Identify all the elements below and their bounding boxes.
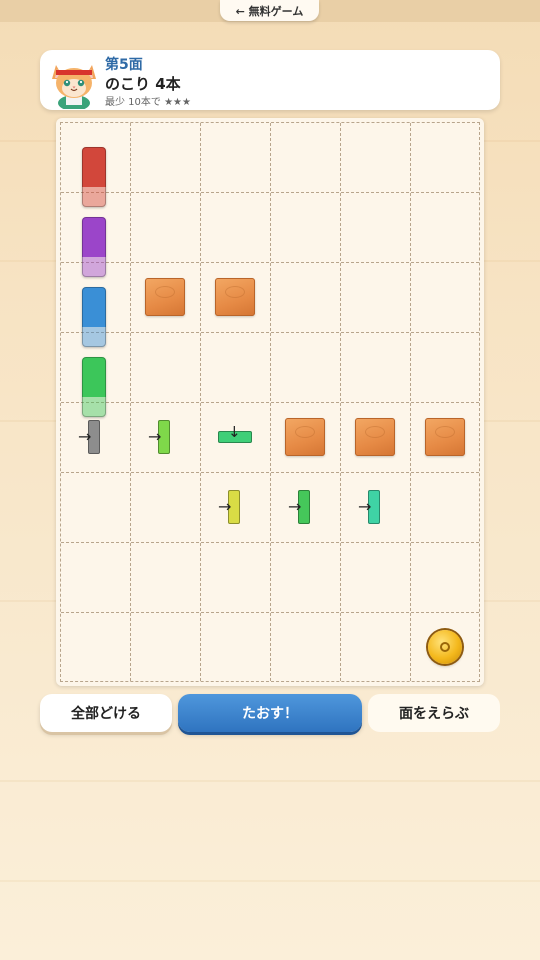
back-label: ← 無料ゲーム	[235, 4, 304, 18]
green-domino[interactable]	[82, 357, 106, 417]
topple-label: たおす！	[242, 706, 298, 722]
blue-domino[interactable]	[82, 287, 106, 347]
remove-all-button[interactable]: 全部どける	[40, 694, 172, 732]
wooden-block[interactable]	[425, 418, 465, 456]
select-level-label: 面をえらぶ	[399, 706, 469, 722]
gray-domino-right[interactable]: →	[78, 420, 100, 454]
best-score-hint: 最少 10本で ★★★	[105, 97, 191, 108]
arrow-right-icon: →	[358, 497, 372, 516]
board-grid	[60, 122, 480, 682]
mint-domino-right[interactable]: →	[358, 490, 380, 524]
select-level-button[interactable]: 面をえらぶ	[368, 694, 500, 732]
arrow-right-icon: →	[218, 497, 232, 516]
yellow-domino-right[interactable]: →	[218, 490, 240, 524]
remove-all-label: 全部どける	[71, 706, 141, 722]
level-title: 第5面	[105, 57, 143, 73]
teal-domino-down[interactable]: ↓	[218, 425, 252, 443]
gold-coin-icon	[428, 630, 462, 664]
red-domino[interactable]	[82, 147, 106, 207]
level-info-card: 第5面 のこり 4本 最少 10本で ★★★	[40, 50, 500, 110]
lime-domino-right[interactable]: →	[148, 420, 170, 454]
game-board[interactable]: → → ↓ → → →	[56, 118, 484, 686]
topple-button[interactable]: たおす！	[178, 694, 362, 732]
wooden-block[interactable]	[355, 418, 395, 456]
wooden-block[interactable]	[215, 278, 255, 316]
remaining-count: のこり 4本	[105, 75, 181, 93]
cat-avatar	[52, 65, 96, 109]
wooden-block[interactable]	[285, 418, 325, 456]
wooden-block[interactable]	[145, 278, 185, 316]
arrow-down-icon: ↓	[228, 423, 241, 441]
arrow-right-icon: →	[288, 497, 302, 516]
back-to-free-games-button[interactable]: ← 無料ゲーム	[220, 0, 319, 21]
arrow-right-icon: →	[78, 427, 92, 446]
purple-domino[interactable]	[82, 217, 106, 277]
arrow-right-icon: →	[148, 427, 162, 446]
green-domino-right[interactable]: →	[288, 490, 310, 524]
